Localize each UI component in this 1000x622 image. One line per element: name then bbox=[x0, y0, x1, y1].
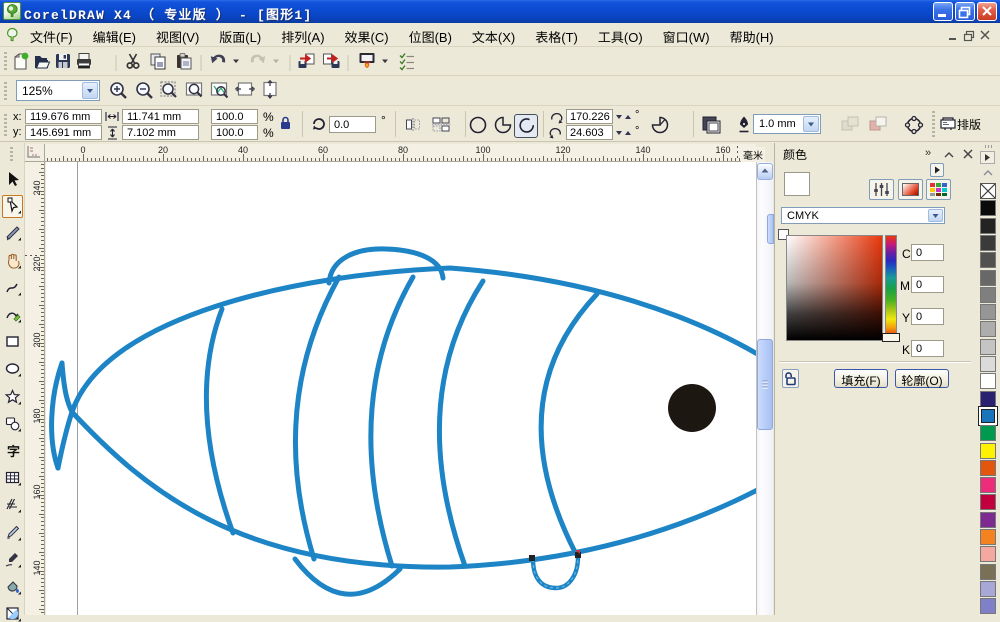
svg-text:字: 字 bbox=[7, 442, 20, 459]
